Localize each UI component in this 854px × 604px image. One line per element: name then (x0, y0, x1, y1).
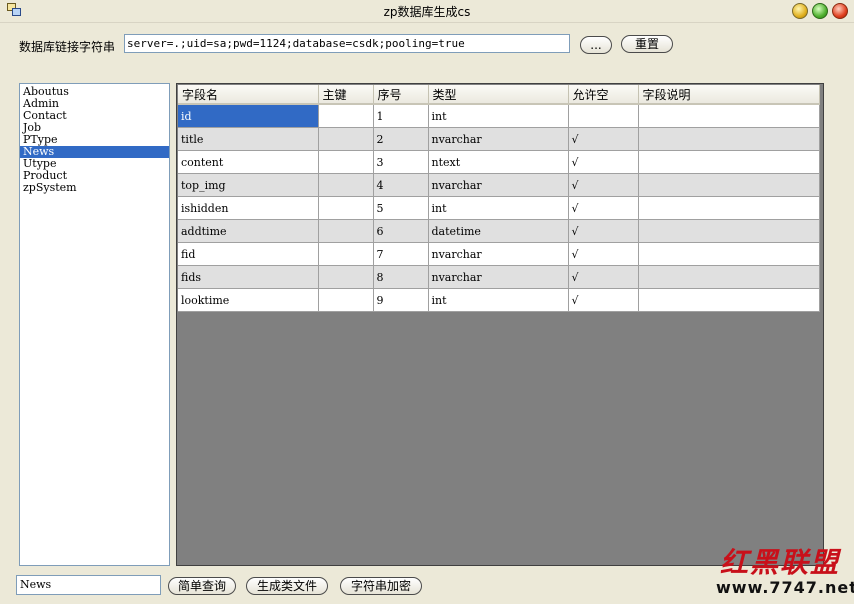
grid-cell-desc[interactable] (638, 219, 820, 243)
grid-cell-type[interactable]: nvarchar (428, 173, 569, 197)
grid-cell-pk[interactable] (318, 265, 374, 289)
grid-cell-desc[interactable] (638, 104, 820, 128)
grid-cell-name[interactable]: looktime (178, 288, 319, 312)
connection-string-input[interactable]: server=.;uid=sa;pwd=1124;database=csdk;p… (124, 34, 570, 53)
table-list-item[interactable]: Contact (20, 110, 169, 122)
reset-button[interactable]: 重置 (621, 35, 673, 53)
column-header[interactable]: 字段名 (178, 85, 319, 105)
close-button[interactable] (832, 3, 848, 19)
minimize-button[interactable] (792, 3, 808, 19)
watermark-url: www.7747.net (716, 578, 854, 597)
column-header[interactable]: 主键 (318, 85, 374, 105)
grid-cell-desc[interactable] (638, 150, 820, 174)
table-row[interactable]: fid 7 nvarchar √ (178, 242, 820, 266)
grid-cell-nullable[interactable]: √ (568, 196, 639, 220)
grid-cell-type[interactable]: nvarchar (428, 265, 569, 289)
grid-cell-seq[interactable]: 2 (373, 127, 429, 151)
grid-cell-nullable[interactable]: √ (568, 127, 639, 151)
grid-cell-seq[interactable]: 5 (373, 196, 429, 220)
field-grid-table: 字段名 主键 序号 类型 允许空 字段说明 id 1 int title 2 nvarchar √ co… (178, 85, 820, 312)
column-header[interactable]: 序号 (373, 85, 429, 105)
grid-cell-nullable[interactable]: √ (568, 242, 639, 266)
grid-cell-pk[interactable] (318, 127, 374, 151)
grid-cell-pk[interactable] (318, 150, 374, 174)
grid-cell-desc[interactable] (638, 265, 820, 289)
grid-cell-seq[interactable]: 6 (373, 219, 429, 243)
grid-cell-name[interactable]: fids (178, 265, 319, 289)
grid-cell-type[interactable]: int (428, 288, 569, 312)
grid-cell-desc[interactable] (638, 288, 820, 312)
table-row[interactable]: looktime 9 int √ (178, 288, 820, 312)
grid-cell-name[interactable]: title (178, 127, 319, 151)
encrypt-string-button[interactable]: 字符串加密 (340, 577, 422, 595)
grid-cell-nullable[interactable]: √ (568, 219, 639, 243)
grid-cell-seq[interactable]: 9 (373, 288, 429, 312)
table-row[interactable]: title 2 nvarchar √ (178, 127, 820, 151)
generate-class-button[interactable]: 生成类文件 (246, 577, 328, 595)
title-bar: zp数据库生成cs (0, 0, 854, 23)
grid-cell-type[interactable]: int (428, 104, 569, 128)
maximize-button[interactable] (812, 3, 828, 19)
grid-cell-nullable[interactable]: √ (568, 288, 639, 312)
grid-cell-desc[interactable] (638, 196, 820, 220)
table-listbox[interactable]: Aboutus Admin Contact Job PType News Utype Prod… (19, 83, 170, 566)
table-list-item[interactable]: zpSystem (20, 182, 169, 194)
grid-cell-pk[interactable] (318, 219, 374, 243)
grid-cell-nullable[interactable] (568, 104, 639, 128)
grid-cell-pk[interactable] (318, 288, 374, 312)
grid-cell-name[interactable]: top_img (178, 173, 319, 197)
column-header[interactable]: 允许空 (568, 85, 639, 105)
watermark-logo: 红黑联盟 (720, 546, 841, 579)
connection-string-label: 数据库链接字符串 (19, 40, 116, 54)
grid-cell-type[interactable]: ntext (428, 150, 569, 174)
grid-cell-desc[interactable] (638, 242, 820, 266)
grid-cell-desc[interactable] (638, 127, 820, 151)
grid-cell-type[interactable]: nvarchar (428, 242, 569, 266)
grid-cell-seq[interactable]: 8 (373, 265, 429, 289)
simple-query-button[interactable]: 简单查询 (168, 577, 236, 595)
column-header[interactable]: 类型 (428, 85, 569, 105)
column-header[interactable]: 字段说明 (638, 85, 820, 105)
grid-cell-seq[interactable]: 4 (373, 173, 429, 197)
grid-cell-seq[interactable]: 1 (373, 104, 429, 128)
grid-cell-pk[interactable] (318, 173, 374, 197)
table-row[interactable]: content 3 ntext √ (178, 150, 820, 174)
grid-cell-type[interactable]: datetime (428, 219, 569, 243)
grid-cell-nullable[interactable]: √ (568, 150, 639, 174)
grid-cell-nullable[interactable]: √ (568, 173, 639, 197)
grid-cell-name[interactable]: id (178, 104, 319, 128)
grid-cell-desc[interactable] (638, 173, 820, 197)
table-row[interactable]: fids 8 nvarchar √ (178, 265, 820, 289)
field-grid[interactable]: 字段名 主键 序号 类型 允许空 字段说明 id 1 int title 2 nvarchar √ co… (176, 83, 824, 566)
table-name-input[interactable]: News (16, 575, 161, 595)
table-row[interactable]: ishidden 5 int √ (178, 196, 820, 220)
grid-cell-nullable[interactable]: √ (568, 265, 639, 289)
grid-cell-name[interactable]: fid (178, 242, 319, 266)
grid-cell-type[interactable]: int (428, 196, 569, 220)
table-row[interactable]: id 1 int (178, 104, 820, 128)
grid-cell-seq[interactable]: 3 (373, 150, 429, 174)
grid-cell-pk[interactable] (318, 196, 374, 220)
grid-cell-pk[interactable] (318, 104, 374, 128)
grid-cell-pk[interactable] (318, 242, 374, 266)
grid-cell-seq[interactable]: 7 (373, 242, 429, 266)
grid-cell-name[interactable]: content (178, 150, 319, 174)
grid-cell-type[interactable]: nvarchar (428, 127, 569, 151)
grid-cell-name[interactable]: ishidden (178, 196, 319, 220)
window-title: zp数据库生成cs (383, 5, 471, 19)
table-row[interactable]: top_img 4 nvarchar √ (178, 173, 820, 197)
browse-button[interactable]: ... (580, 36, 612, 54)
table-row[interactable]: addtime 6 datetime √ (178, 219, 820, 243)
grid-cell-name[interactable]: addtime (178, 219, 319, 243)
